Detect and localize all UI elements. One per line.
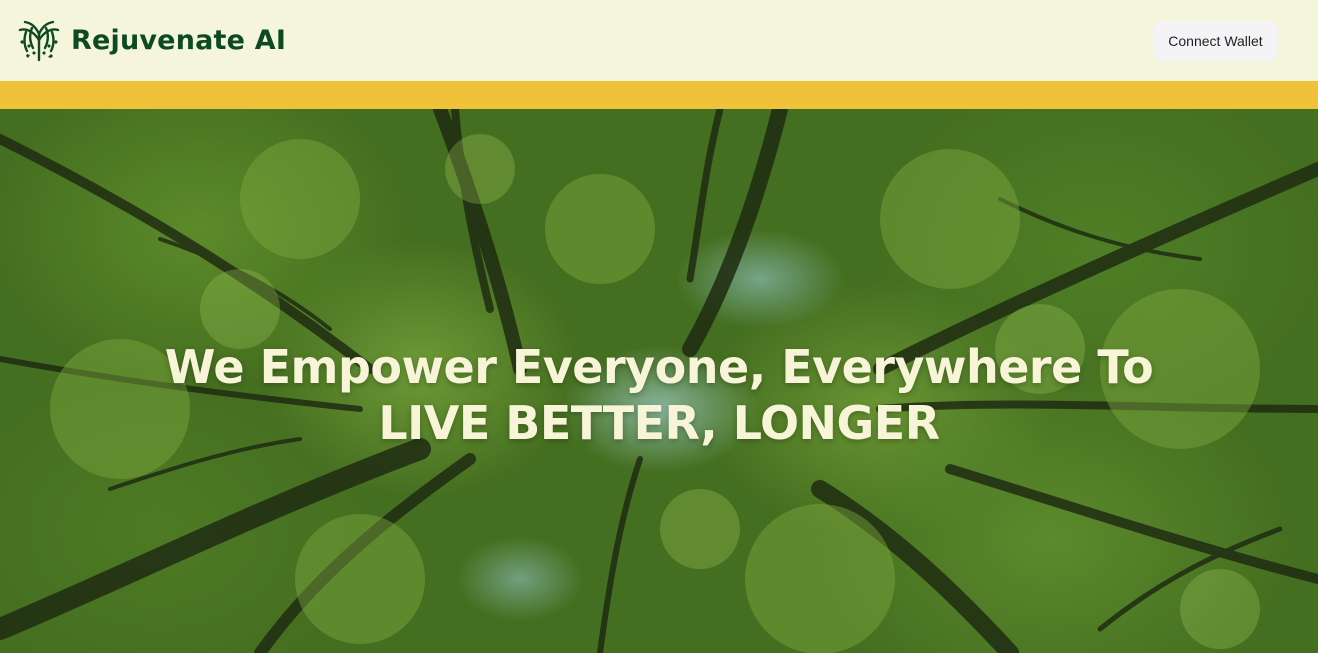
- site-header: Rejuvenate AI Connect Wallet: [0, 0, 1318, 81]
- accent-bar: [0, 81, 1318, 109]
- brand-logo-link[interactable]: Rejuvenate AI: [17, 16, 286, 64]
- hero-headline-line2: LIVE BETTER, LONGER: [378, 396, 940, 450]
- hero-headline: We Empower Everyone, Everywhere To LIVE …: [0, 339, 1318, 451]
- hero-headline-line1: We Empower Everyone, Everywhere To: [164, 340, 1154, 394]
- connect-wallet-button[interactable]: Connect Wallet: [1153, 21, 1278, 61]
- hero-section: We Empower Everyone, Everywhere To LIVE …: [0, 109, 1318, 653]
- brand-name: Rejuvenate AI: [71, 24, 287, 56]
- tree-logo-icon: [18, 20, 60, 62]
